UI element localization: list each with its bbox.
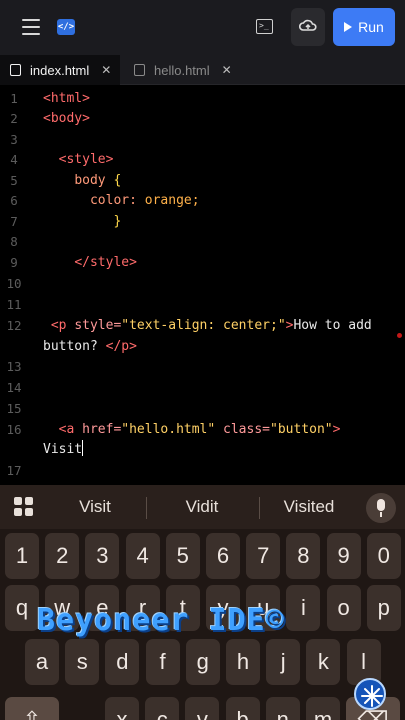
run-label: Run: [358, 19, 384, 35]
key-a[interactable]: a: [25, 639, 59, 685]
key-j[interactable]: j: [266, 639, 301, 685]
line-number: 5: [10, 173, 18, 188]
key-n[interactable]: n: [265, 697, 300, 720]
code-line: </style>: [74, 255, 137, 270]
file-icon: [10, 64, 21, 76]
tab-label: index.html: [30, 62, 90, 78]
line-number: 3: [10, 132, 18, 147]
watermark-badge-icon: [354, 678, 386, 710]
key-9[interactable]: 9: [326, 533, 361, 579]
line-number: 17: [6, 463, 22, 478]
tab-hello-html[interactable]: hello.html ✕: [124, 55, 236, 85]
key-x[interactable]: x: [105, 697, 139, 720]
key-c[interactable]: c: [145, 697, 180, 720]
suggestion-vidit[interactable]: Vidit: [160, 485, 244, 529]
line-number: 8: [10, 234, 18, 249]
key-o[interactable]: o: [326, 585, 361, 631]
line-number: 16: [6, 422, 22, 437]
code-line: <body>: [43, 111, 90, 126]
key-5[interactable]: 5: [165, 533, 200, 579]
key-1[interactable]: 1: [5, 533, 39, 579]
key-6[interactable]: 6: [206, 533, 240, 579]
play-icon: [344, 22, 353, 32]
code-icon[interactable]: </>: [57, 19, 75, 35]
code-line: color: orange;: [89, 193, 200, 208]
key-d[interactable]: d: [105, 639, 140, 685]
cloud-upload-icon: [299, 19, 317, 31]
keyboard-suggestion-bar: Visit Vidit Visited: [0, 485, 405, 529]
line-number: 1: [10, 91, 18, 106]
key-2[interactable]: 2: [45, 533, 80, 579]
key-8[interactable]: 8: [286, 533, 321, 579]
microphone-icon[interactable]: [366, 493, 396, 523]
divider: [259, 497, 260, 519]
watermark-logo: Beyoneer IDE©: [37, 603, 285, 638]
line-number: 13: [6, 359, 22, 374]
cloud-upload-button[interactable]: [291, 8, 325, 46]
code-line: <html>: [43, 91, 90, 106]
key-s[interactable]: s: [65, 639, 100, 685]
file-icon: [134, 64, 145, 76]
hamburger-menu-icon[interactable]: [22, 19, 40, 35]
apps-grid-icon[interactable]: [14, 497, 34, 517]
code-line: body {: [74, 173, 122, 188]
code-line: <a href="hello.html" class="button">: [58, 422, 341, 437]
key-i[interactable]: i: [286, 585, 321, 631]
line-number: 4: [10, 152, 18, 167]
top-toolbar: </> >_ Run: [0, 0, 405, 55]
suggestion-visit[interactable]: Visit: [55, 485, 135, 529]
key-v[interactable]: v: [185, 697, 220, 720]
key-4[interactable]: 4: [125, 533, 160, 579]
key-h[interactable]: h: [226, 639, 260, 685]
terminal-icon[interactable]: >_: [256, 19, 273, 34]
file-tabs: index.html ✕ hello.html ✕: [0, 55, 405, 85]
line-number: 11: [6, 297, 22, 312]
code-line: }: [113, 214, 122, 229]
key-q[interactable]: q: [5, 585, 39, 631]
key-3[interactable]: 3: [85, 533, 120, 579]
line-number: 9: [10, 255, 18, 270]
code-line-wrap: button? </p>: [43, 339, 137, 354]
code-line: <style>: [58, 152, 114, 167]
tab-index-html[interactable]: index.html ✕: [0, 55, 120, 85]
line-number: 12: [6, 318, 22, 333]
key-g[interactable]: g: [185, 639, 220, 685]
close-icon[interactable]: ✕: [101, 63, 111, 77]
line-number: 10: [6, 276, 22, 291]
line-number: 14: [6, 380, 22, 395]
code-line-wrap: Visit: [43, 440, 84, 457]
line-number: 6: [10, 193, 18, 208]
line-number: 2: [10, 111, 18, 126]
key-0[interactable]: 0: [366, 533, 401, 579]
key-k[interactable]: k: [306, 639, 341, 685]
line-number: 7: [10, 214, 18, 229]
key-7[interactable]: 7: [246, 533, 281, 579]
tab-label: hello.html: [154, 62, 210, 78]
text-cursor: [82, 440, 84, 456]
shift-key[interactable]: ⇧: [5, 697, 59, 720]
key-f[interactable]: f: [145, 639, 180, 685]
code-line: <p style="text-align: center;">How to ad…: [50, 318, 372, 333]
run-button[interactable]: Run: [333, 8, 395, 46]
line-number: 15: [6, 401, 22, 416]
close-icon[interactable]: ✕: [222, 63, 232, 77]
suggestion-visited[interactable]: Visited: [266, 485, 352, 529]
key-p[interactable]: p: [366, 585, 401, 631]
error-marker: [397, 333, 402, 338]
code-editor[interactable]: 1 <html> 2 <body> 3 4 <style> 5 body { 6 c…: [0, 85, 405, 485]
key-m[interactable]: m: [306, 697, 340, 720]
divider: [146, 497, 147, 519]
key-b[interactable]: b: [225, 697, 260, 720]
